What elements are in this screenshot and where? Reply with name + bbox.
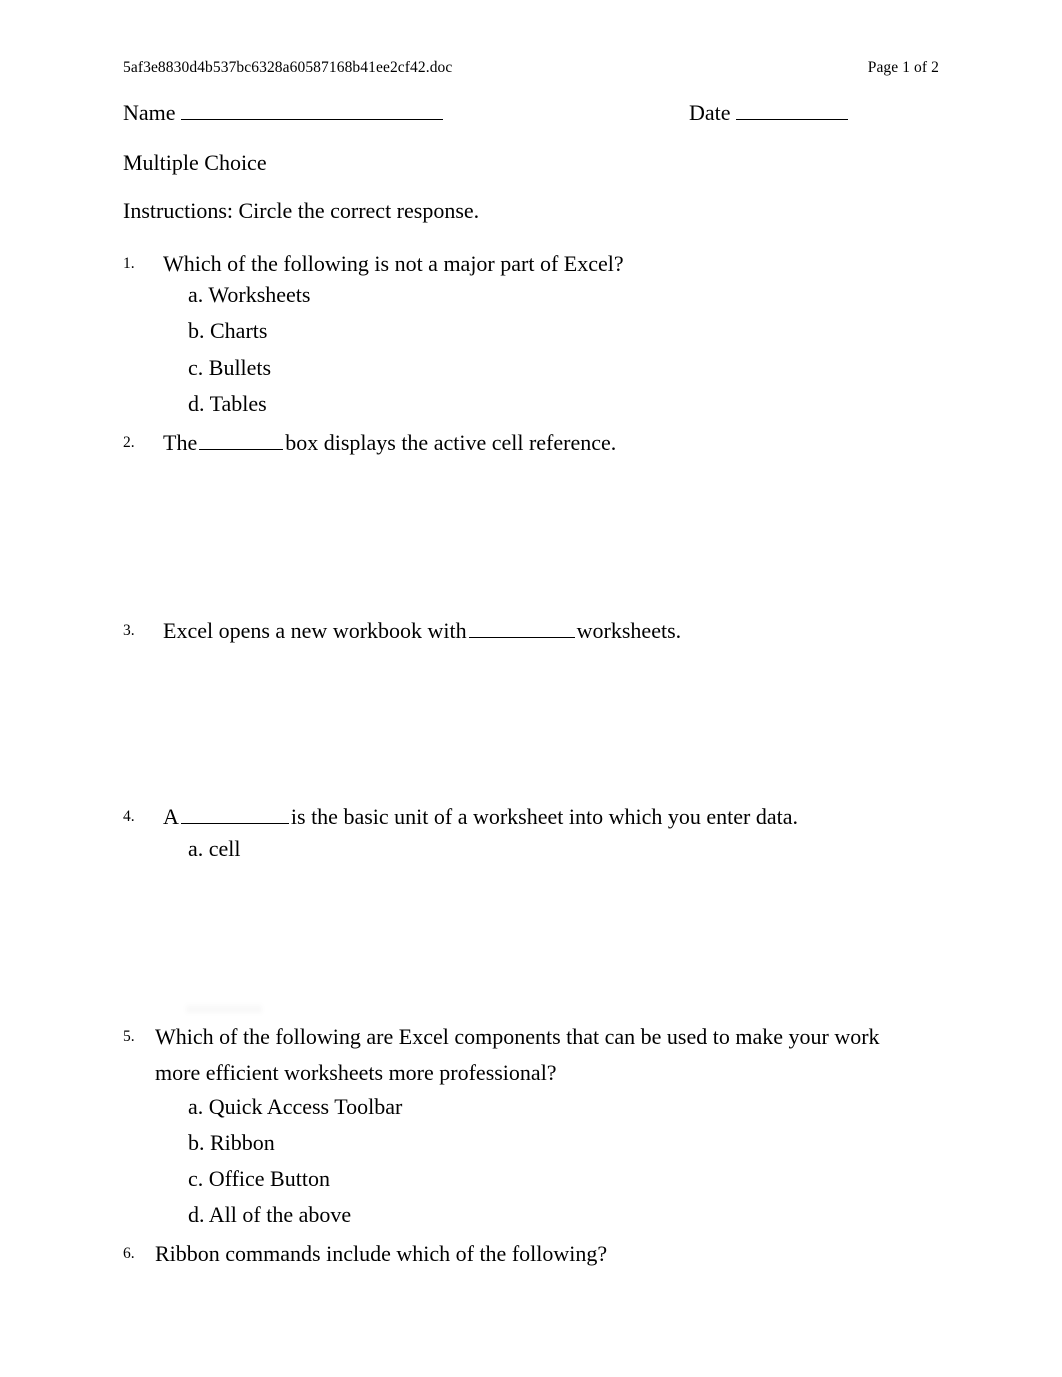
- option-1a[interactable]: a. Worksheets: [188, 281, 310, 309]
- question-number-2: 2.: [123, 433, 135, 451]
- question-3-text-before: Excel opens a new workbook with: [163, 618, 467, 643]
- question-text-6: Ribbon commands include which of the fol…: [155, 1241, 608, 1266]
- header-filename: 5af3e8830d4b537bc6328a60587168b41ee2cf42…: [123, 59, 453, 76]
- question-text-3: Excel opens a new workbook with worksheet…: [123, 613, 913, 649]
- option-5d[interactable]: d. All of the above: [188, 1201, 351, 1229]
- question-number-4: 4.: [123, 807, 135, 825]
- date-label: Date: [689, 100, 731, 125]
- date-field-group: Date: [689, 99, 848, 127]
- option-1c-label: c. Bullets: [188, 355, 272, 380]
- name-input-line[interactable]: [180, 103, 443, 120]
- question-2-blank[interactable]: [199, 433, 284, 450]
- question-number-5: 5.: [123, 1027, 135, 1045]
- option-5a-label: a. Quick Access Toolbar: [188, 1094, 403, 1119]
- question-item-5: 5. Which of the following are Excel comp…: [123, 1019, 913, 1090]
- question-number-1: 1.: [123, 254, 135, 272]
- name-field-group: Name: [123, 99, 443, 127]
- question-item-1: 1. Which of the following is not a major…: [123, 246, 913, 282]
- option-5b-label: b. Ribbon: [188, 1130, 275, 1155]
- option-5c-label: c. Office Button: [188, 1166, 330, 1191]
- option-1b[interactable]: b. Charts: [188, 317, 267, 345]
- question-number-3: 3.: [123, 621, 135, 639]
- question-text-1: Which of the following is not a major pa…: [163, 251, 624, 276]
- option-5b[interactable]: b. Ribbon: [188, 1129, 275, 1157]
- option-1d[interactable]: d. Tables: [188, 390, 267, 418]
- question-item-2: 2. The box displays the active cell refer…: [123, 425, 913, 461]
- option-1d-label: d. Tables: [188, 391, 267, 416]
- header-page-number: Page 1 of 2: [867, 59, 939, 76]
- question-text-5: Which of the following are Excel compone…: [155, 1024, 880, 1085]
- question-3-blank[interactable]: [468, 621, 575, 638]
- question-4-blank[interactable]: [180, 807, 289, 824]
- section-heading: Multiple Choice: [123, 150, 267, 175]
- question-2-text-before: The: [163, 430, 198, 455]
- option-5c[interactable]: c. Office Button: [188, 1165, 330, 1193]
- question-item-4: 4. Ais the basic unit of a worksheet int…: [123, 799, 913, 835]
- question-2-text-after: box displays the active cell reference.: [285, 430, 617, 455]
- document-header: 5af3e8830d4b537bc6328a60587168b41ee2cf42…: [123, 59, 939, 78]
- question-number-6: 6.: [123, 1244, 135, 1262]
- option-1c[interactable]: c. Bullets: [188, 354, 271, 382]
- option-1a-label: a. Worksheets: [188, 282, 311, 307]
- question-4-text-before: A: [163, 804, 179, 829]
- option-5d-label: d. All of the above: [188, 1202, 352, 1227]
- question-item-3: 3. Excel opens a new workbook with worksh…: [123, 613, 913, 649]
- question-4-text-after: is the basic unit of a worksheet into wh…: [290, 804, 798, 829]
- question-text-2: The box displays the active cell referenc…: [123, 425, 913, 461]
- question-item-6: 6. Ribbon commands include which of the …: [123, 1236, 913, 1272]
- question-3-text-after: worksheets.: [576, 618, 682, 643]
- option-5a[interactable]: a. Quick Access Toolbar: [188, 1093, 402, 1121]
- date-input-line[interactable]: [735, 103, 848, 120]
- question-text-4: Ais the basic unit of a worksheet into w…: [123, 799, 913, 835]
- option-4a[interactable]: a. cell: [188, 835, 241, 863]
- option-1b-label: b. Charts: [188, 318, 268, 343]
- name-label: Name: [123, 100, 176, 125]
- instructions-text: Instructions: Circle the correct respons…: [123, 198, 480, 223]
- document-page: 5af3e8830d4b537bc6328a60587168b41ee2cf42…: [0, 0, 1062, 1377]
- option-4a-label: a. cell: [188, 836, 241, 861]
- scan-smudge-artifact: [186, 1003, 262, 1015]
